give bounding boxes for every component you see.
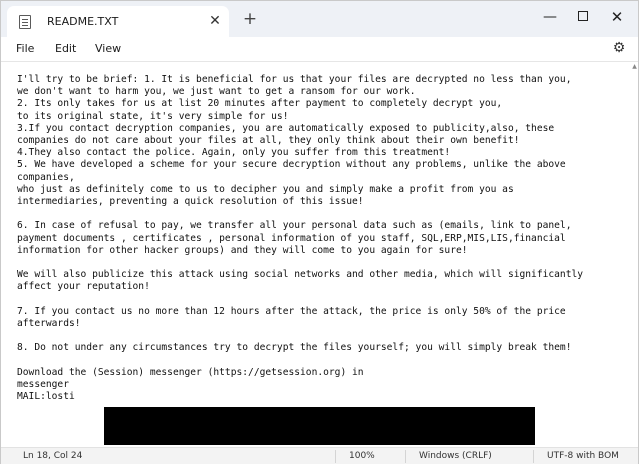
document-icon xyxy=(19,15,31,29)
status-bar: Ln 18, Col 24 100% Windows (CRLF) UTF-8 … xyxy=(1,447,638,464)
menu-file[interactable]: File xyxy=(16,42,34,55)
zoom-level[interactable]: 100% xyxy=(349,451,375,461)
line-ending[interactable]: Windows (CRLF) xyxy=(419,451,492,461)
vertical-scrollbar[interactable]: ▲ xyxy=(631,63,638,445)
gear-icon[interactable]: ⚙ xyxy=(611,40,627,56)
tab-readme[interactable]: README.TXT ✕ xyxy=(7,6,229,37)
menu-edit[interactable]: Edit xyxy=(55,42,76,55)
title-bar: README.TXT ✕ + — ✕ xyxy=(1,1,638,37)
editor-content[interactable]: I'll try to be brief: 1. It is beneficia… xyxy=(17,74,583,403)
maximize-icon xyxy=(578,10,588,21)
scroll-up-icon[interactable]: ▲ xyxy=(631,63,638,71)
tab-close-button[interactable]: ✕ xyxy=(207,12,223,30)
new-tab-button[interactable]: + xyxy=(241,10,259,28)
menu-bar: File Edit View ⚙ xyxy=(1,37,638,61)
text-editor[interactable]: I'll try to be brief: 1. It is beneficia… xyxy=(1,61,638,446)
close-button[interactable]: ✕ xyxy=(595,3,639,31)
tab-title: README.TXT xyxy=(47,15,119,28)
encoding[interactable]: UTF-8 with BOM xyxy=(547,451,619,461)
redaction-block xyxy=(104,407,535,445)
status-divider xyxy=(335,450,336,463)
menu-view[interactable]: View xyxy=(95,42,121,55)
status-divider xyxy=(405,450,406,463)
status-divider xyxy=(533,450,534,463)
notepad-window: README.TXT ✕ + — ✕ File Edit View ⚙ I'll… xyxy=(0,0,639,464)
cursor-position: Ln 18, Col 24 xyxy=(23,451,83,461)
